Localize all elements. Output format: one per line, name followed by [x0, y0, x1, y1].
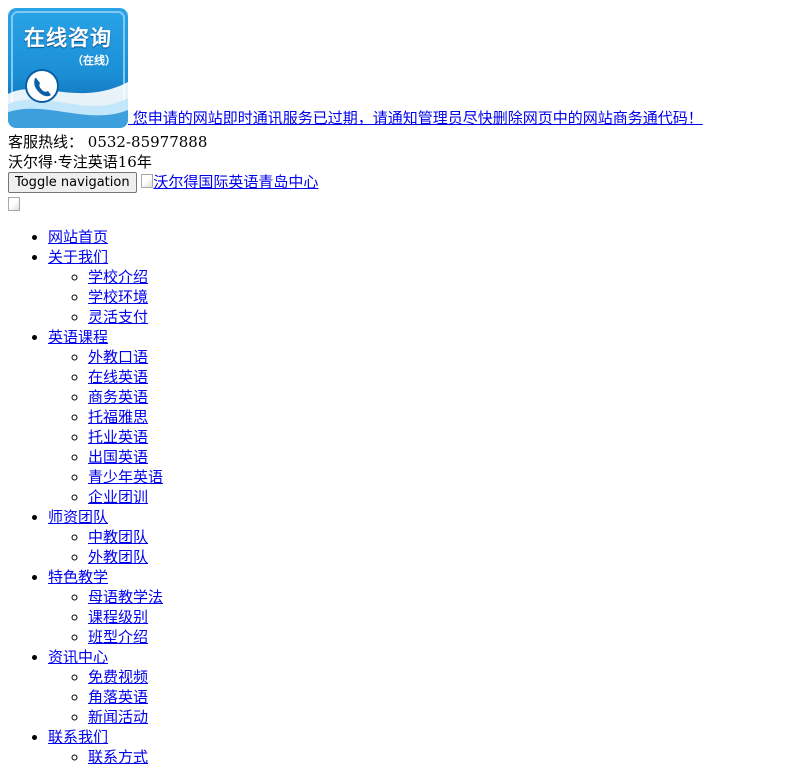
chat-logo-title: 在线咨询 — [24, 26, 112, 50]
submenu-item: 商务英语 — [88, 387, 792, 407]
nav-item: 资讯中心免费视频角落英语新闻活动 — [48, 647, 792, 727]
nav-submenu: 联系方式 — [48, 747, 792, 767]
nav-item: 师资团队中教团队外教团队 — [48, 507, 792, 567]
brand-logo-alt-text: 沃尔得国际英语青岛中心 — [153, 173, 319, 191]
nav-link[interactable]: 英语课程 — [48, 328, 108, 346]
submenu-link[interactable]: 角落英语 — [88, 688, 148, 706]
submenu-link[interactable]: 学校环境 — [88, 288, 148, 306]
broken-image-icon — [141, 174, 154, 188]
nav-link[interactable]: 关于我们 — [48, 248, 108, 266]
slogan: 沃尔得·专注英语16年 — [8, 153, 152, 171]
submenu-link[interactable]: 商务英语 — [88, 388, 148, 406]
submenu-link[interactable]: 托业英语 — [88, 428, 148, 446]
submenu-link[interactable]: 企业团训 — [88, 488, 148, 506]
nav-link[interactable]: 联系我们 — [48, 728, 108, 746]
submenu-link[interactable]: 在线英语 — [88, 368, 148, 386]
main-nav-menu: 网站首页关于我们学校介绍学校环境灵活支付英语课程外教口语在线英语商务英语托福雅思… — [8, 227, 792, 767]
chat-expired-notice-link[interactable]: 您申请的网站即时通讯服务已过期，请通知管理员尽快删除网页中的网站商务通代码！ — [133, 109, 703, 127]
nav-link[interactable]: 师资团队 — [48, 508, 108, 526]
submenu-item: 免费视频 — [88, 667, 792, 687]
online-chat-banner: 在线咨询 （在线） 您申请的网站即时通讯服务已过期，请通知管理员尽快删除网页中的… — [8, 8, 792, 132]
nav-item: 英语课程外教口语在线英语商务英语托福雅思托业英语出国英语青少年英语企业团训 — [48, 327, 792, 507]
toggle-navigation-button[interactable]: Toggle navigation — [8, 172, 137, 193]
submenu-link[interactable]: 新闻活动 — [88, 708, 148, 726]
hotline: 客服热线： 0532-85977888 — [8, 132, 792, 152]
submenu-item: 出国英语 — [88, 447, 792, 467]
navbar-header: Toggle navigation 沃尔得国际英语青岛中心 — [8, 172, 792, 194]
submenu-link[interactable]: 出国英语 — [88, 448, 148, 466]
nav-item: 特色教学母语教学法课程级别班型介绍 — [48, 567, 792, 647]
submenu-item: 青少年英语 — [88, 467, 792, 487]
brand-logo-link[interactable]: 沃尔得国际英语青岛中心 — [141, 172, 318, 192]
hotline-label: 客服热线： — [8, 133, 84, 151]
hotline-number: 0532-85977888 — [87, 133, 208, 151]
chat-logo[interactable]: 在线咨询 （在线） — [8, 8, 128, 128]
submenu-item: 在线英语 — [88, 367, 792, 387]
nav-link[interactable]: 网站首页 — [48, 228, 108, 246]
nav-link[interactable]: 资讯中心 — [48, 648, 108, 666]
submenu-item: 托福雅思 — [88, 407, 792, 427]
submenu-link[interactable]: 母语教学法 — [88, 588, 163, 606]
nav-item: 关于我们学校介绍学校环境灵活支付 — [48, 247, 792, 327]
page: 在线咨询 （在线） 您申请的网站即时通讯服务已过期，请通知管理员尽快删除网页中的… — [0, 0, 800, 767]
submenu-link[interactable]: 外教口语 — [88, 348, 148, 366]
submenu-item: 托业英语 — [88, 427, 792, 447]
submenu-link[interactable]: 免费视频 — [88, 668, 148, 686]
submenu-link[interactable]: 班型介绍 — [88, 628, 148, 646]
submenu-link[interactable]: 托福雅思 — [88, 408, 148, 426]
nav-submenu: 外教口语在线英语商务英语托福雅思托业英语出国英语青少年英语企业团训 — [48, 347, 792, 507]
nav-submenu: 学校介绍学校环境灵活支付 — [48, 267, 792, 327]
nav-submenu: 免费视频角落英语新闻活动 — [48, 667, 792, 727]
nav-submenu: 中教团队外教团队 — [48, 527, 792, 567]
submenu-link[interactable]: 中教团队 — [88, 528, 148, 546]
submenu-link[interactable]: 灵活支付 — [88, 308, 148, 326]
submenu-link[interactable]: 外教团队 — [88, 548, 148, 566]
nav-submenu: 母语教学法课程级别班型介绍 — [48, 587, 792, 647]
submenu-item: 联系方式 — [88, 747, 792, 767]
chat-logo-subtitle: （在线） — [72, 54, 116, 67]
submenu-item: 中教团队 — [88, 527, 792, 547]
submenu-item: 灵活支付 — [88, 307, 792, 327]
submenu-item: 学校介绍 — [88, 267, 792, 287]
submenu-item: 班型介绍 — [88, 627, 792, 647]
submenu-link[interactable]: 课程级别 — [88, 608, 148, 626]
submenu-item: 企业团训 — [88, 487, 792, 507]
submenu-item: 母语教学法 — [88, 587, 792, 607]
banner-image — [8, 195, 792, 211]
submenu-item: 课程级别 — [88, 607, 792, 627]
submenu-item: 角落英语 — [88, 687, 792, 707]
nav-item: 联系我们联系方式 — [48, 727, 792, 767]
submenu-link[interactable]: 学校介绍 — [88, 268, 148, 286]
nav-link[interactable]: 特色教学 — [48, 568, 108, 586]
submenu-item: 外教口语 — [88, 347, 792, 367]
nav-item: 网站首页 — [48, 227, 792, 247]
broken-image-icon — [8, 197, 20, 211]
submenu-item: 新闻活动 — [88, 707, 792, 727]
submenu-link[interactable]: 青少年英语 — [88, 468, 163, 486]
chat-logo-link[interactable]: 在线咨询 （在线） — [8, 8, 133, 128]
submenu-link[interactable]: 联系方式 — [88, 748, 148, 766]
submenu-item: 外教团队 — [88, 547, 792, 567]
submenu-item: 学校环境 — [88, 287, 792, 307]
